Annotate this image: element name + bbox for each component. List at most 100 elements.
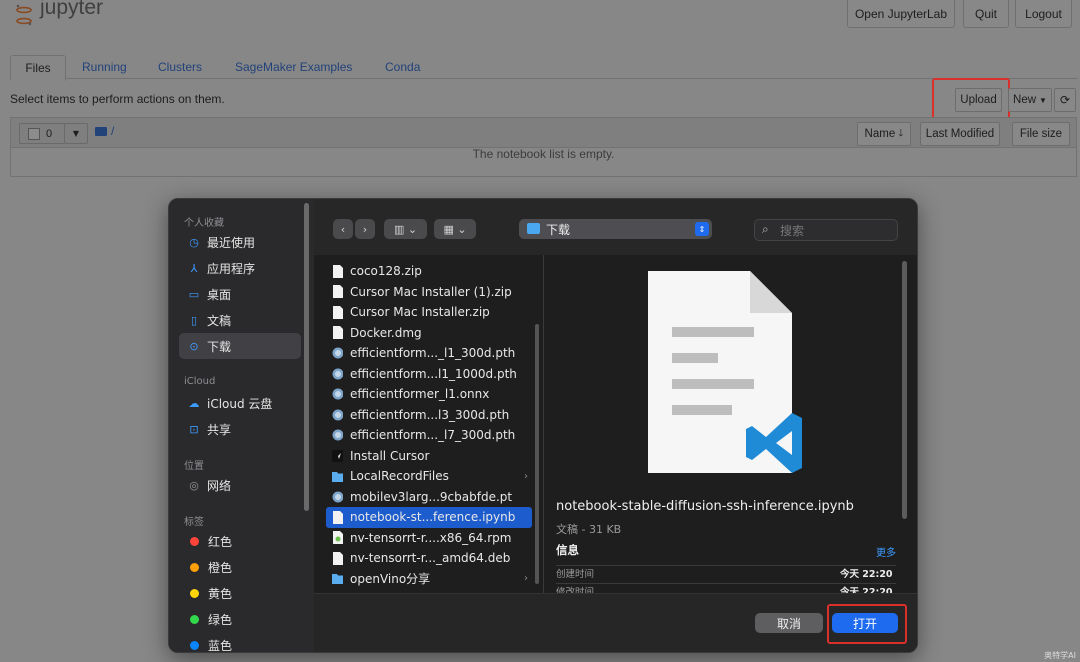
tab-clusters[interactable]: Clusters [158, 55, 202, 78]
upload-button[interactable]: Upload [955, 88, 1002, 112]
sidebar-item-label: 应用程序 [207, 261, 256, 276]
checkbox-box[interactable] [28, 127, 40, 140]
quit-button[interactable]: Quit [963, 0, 1009, 28]
desktop-icon: ▭ [188, 287, 200, 301]
file-row[interactable]: Cursor Mac Installer.zip [326, 302, 532, 323]
red-tag-dot-icon [190, 536, 199, 546]
sidebar-tag-blue[interactable]: 蓝色 [179, 632, 301, 653]
sidebar-item-documents[interactable]: ▯ 文稿 [179, 307, 301, 333]
file-row[interactable]: Docker.dmg [326, 323, 532, 344]
file-row[interactable]: coco128.zip [326, 261, 532, 282]
file-icon [332, 551, 343, 565]
new-dropdown-button[interactable]: New ▼ [1008, 88, 1052, 112]
view-columns-button[interactable]: ▥ ⌄ [384, 219, 427, 239]
selected-count: 0 [46, 127, 53, 140]
open-button[interactable]: 打开 [832, 613, 898, 633]
file-row[interactable]: Install Cursor [326, 446, 532, 467]
cancel-button[interactable]: 取消 [755, 613, 823, 633]
breadcrumb-root[interactable]: / [111, 124, 114, 138]
sidebar-item-label: 文稿 [207, 313, 232, 328]
caret-down-icon: ▼ [72, 129, 80, 138]
sidebar-item-downloads[interactable]: ⊙ 下载 [179, 333, 301, 359]
sidebar-tag-green[interactable]: 绿色 [179, 606, 301, 632]
select-dropdown-button[interactable]: ▼ [64, 123, 88, 144]
folder-row[interactable]: openVino分享 › [326, 569, 532, 590]
view-grid-button[interactable]: ▦ ⌄ [434, 219, 476, 239]
file-row[interactable]: efficientform...l3_300d.pth [326, 405, 532, 426]
download-icon: ⊙ [189, 339, 199, 353]
sidebar-item-applications[interactable]: ⅄ 应用程序 [179, 255, 301, 281]
blue-tag-dot-icon [190, 640, 199, 650]
path-popup[interactable]: 下载 ⇕ [519, 219, 712, 239]
file-row[interactable]: efficientform..._l1_300d.pth [326, 343, 532, 364]
new-label: New [1013, 94, 1037, 106]
file-name: notebook-st...ference.ipynb [350, 510, 516, 525]
sort-last-modified-button[interactable]: Last Modified [920, 122, 1000, 146]
file-list-header: 0 ▼ / Name 🡓 Last Modified File size [10, 117, 1077, 148]
sidebar-item-label: 橙色 [208, 560, 233, 575]
globe-icon [332, 367, 343, 380]
jupyter-header: jupyter Open JupyterLab Quit Logout [0, 0, 1080, 34]
columns-view-icon: ▥ ⌄ [393, 222, 418, 236]
search-icon: ⌕ [762, 222, 769, 236]
forward-button[interactable]: › [355, 219, 375, 239]
breadcrumb[interactable]: / [95, 124, 114, 138]
file-list-scrollbar[interactable] [535, 324, 539, 584]
refresh-button[interactable]: ⟳ [1054, 88, 1076, 112]
file-row[interactable]: efficientformer_l1.onnx [326, 384, 532, 405]
file-icon [332, 326, 343, 340]
sidebar-item-icloud-drive[interactable]: ☁ iCloud 云盘 [179, 390, 301, 416]
document-icon: ▯ [190, 313, 198, 327]
tab-files[interactable]: Files [10, 55, 66, 81]
sidebar-item-label: 最近使用 [207, 235, 256, 250]
more-link[interactable]: 更多 [876, 544, 896, 559]
dialog-toolbar: ‹ › ▥ ⌄ ▦ ⌄ 下载 ⇕ ⌕ 搜索 [314, 199, 917, 255]
preview-scrollbar[interactable] [902, 261, 907, 519]
sidebar-item-network[interactable]: ◎ 网络 [179, 472, 301, 498]
rpm-file-icon [332, 531, 343, 545]
sidebar-tag-yellow[interactable]: 黄色 [179, 580, 301, 606]
file-row[interactable]: efficientform..._l7_300d.pth [326, 425, 532, 446]
sort-name-button[interactable]: Name 🡓 [857, 122, 911, 146]
globe-icon [332, 347, 343, 360]
file-row[interactable]: Cursor Mac Installer (1).zip [326, 282, 532, 303]
tab-sagemaker-examples[interactable]: SageMaker Examples [235, 55, 352, 78]
sidebar-item-desktop[interactable]: ▭ 桌面 [179, 281, 301, 307]
yellow-tag-dot-icon [190, 588, 199, 598]
search-placeholder[interactable]: 搜索 [780, 222, 804, 239]
globe-icon [332, 429, 343, 442]
sidebar-tag-orange[interactable]: 橙色 [179, 554, 301, 580]
select-items-hint: Select items to perform actions on them. [10, 92, 225, 106]
preview-filename: notebook-stable-diffusion-ssh-inference.… [556, 499, 854, 514]
tab-running[interactable]: Running [82, 55, 127, 78]
file-row[interactable]: nv-tensorrt-r....x86_64.rpm [326, 528, 532, 549]
sidebar-item-label: 下载 [207, 339, 232, 354]
globe-icon [332, 408, 343, 421]
info-heading: 信息 [556, 543, 579, 557]
sidebar-item-label: 蓝色 [208, 638, 233, 653]
cloud-icon: ☁ [188, 396, 200, 410]
sort-file-size-button[interactable]: File size [1012, 122, 1070, 146]
file-row[interactable]: efficientform...l1_1000d.pth [326, 364, 532, 385]
sidebar-item-label: 红色 [208, 534, 233, 549]
file-name: efficientform..._l7_300d.pth [350, 428, 516, 443]
file-column: coco128.zip Cursor Mac Installer (1).zip… [326, 259, 538, 593]
search-field[interactable]: ⌕ 搜索 [754, 219, 898, 241]
sidebar-scrollbar[interactable] [304, 203, 309, 511]
select-all-checkbox[interactable]: 0 [19, 123, 65, 144]
file-name: nv-tensorrt-r..._amd64.deb [350, 551, 511, 566]
file-row-selected[interactable]: notebook-st...ference.ipynb [326, 507, 532, 528]
file-row[interactable]: mobilev3larg...9cbabfde.pt [326, 487, 532, 508]
globe-icon [332, 490, 343, 503]
tab-conda[interactable]: Conda [385, 55, 420, 78]
file-name: mobilev3larg...9cbabfde.pt [350, 489, 513, 504]
sidebar-item-recents[interactable]: ◷ 最近使用 [179, 229, 301, 255]
file-row[interactable]: nv-tensorrt-r..._amd64.deb [326, 548, 532, 569]
folder-row[interactable]: LocalRecordFiles › [326, 466, 532, 487]
logout-button[interactable]: Logout [1015, 0, 1072, 28]
open-jupyterlab-button[interactable]: Open JupyterLab [847, 0, 955, 28]
sidebar-tag-red[interactable]: 红色 [179, 528, 301, 554]
column-divider [543, 255, 544, 593]
sidebar-item-shared[interactable]: ⊡ 共享 [179, 416, 301, 442]
back-button[interactable]: ‹ [333, 219, 353, 239]
